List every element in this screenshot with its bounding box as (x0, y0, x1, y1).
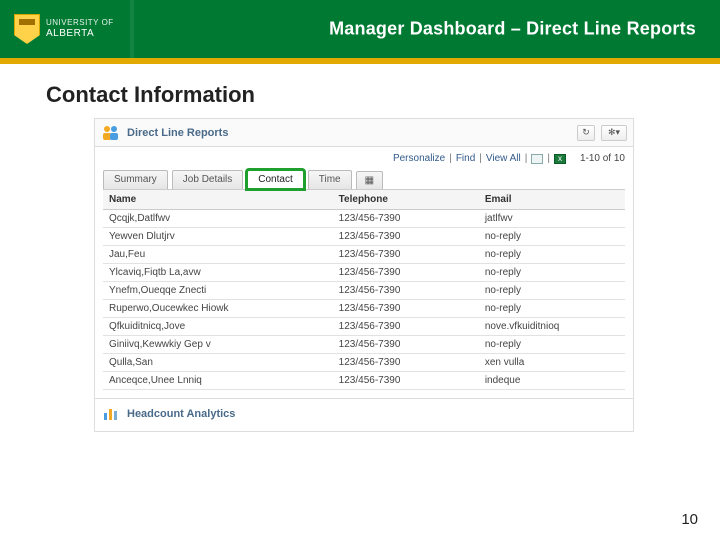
table-row[interactable]: Ynefm,Oueqqe Znecti123/456-7390no-reply (103, 282, 625, 300)
tab-contact[interactable]: Contact (247, 170, 303, 189)
panel-menu-button[interactable]: ✻ ▾ (601, 125, 627, 141)
cell-name: Yewven Dlutjrv (103, 228, 333, 246)
cell-email: nove.vfkuiditnioq (479, 318, 625, 336)
table-row[interactable]: Qulla,San123/456-7390xen vulla (103, 354, 625, 372)
tab-show-all-columns[interactable]: ▦ (356, 171, 383, 189)
table-row[interactable]: Qcqjk,Datlfwv123/456-7390jatlfwv (103, 210, 625, 228)
grid-toolbar: Personalize | Find | View All | | x 1-10… (95, 147, 633, 164)
cell-email: no-reply (479, 264, 625, 282)
chevron-down-icon: ▾ (616, 127, 621, 138)
col-name[interactable]: Name (103, 190, 333, 210)
personalize-link[interactable]: Personalize (393, 153, 445, 164)
table-row[interactable]: Anceqce,Unee Lnniq123/456-7390indeque (103, 372, 625, 390)
table-row[interactable]: Ylcaviq,Fiqtb La,avw123/456-7390no-reply (103, 264, 625, 282)
col-email[interactable]: Email (479, 190, 625, 210)
cell-email: xen vulla (479, 354, 625, 372)
cell-email: no-reply (479, 282, 625, 300)
tab-time[interactable]: Time (308, 170, 352, 189)
tab-job-details[interactable]: Job Details (172, 170, 243, 189)
table-row[interactable]: Qfkuiditnicq,Jove123/456-7390nove.vfkuid… (103, 318, 625, 336)
cell-name: Anceqce,Unee Lnniq (103, 372, 333, 390)
table-row[interactable]: Giniivq,Kewwkiy Gep v123/456-7390no-repl… (103, 336, 625, 354)
tabs: Summary Job Details Contact Time ▦ (95, 166, 633, 189)
university-name: UNIVERSITY OF ALBERTA (46, 19, 114, 39)
cell-email: no-reply (479, 228, 625, 246)
cell-phone: 123/456-7390 (333, 210, 479, 228)
cell-email: no-reply (479, 246, 625, 264)
cell-name: Qulla,San (103, 354, 333, 372)
col-telephone[interactable]: Telephone (333, 190, 479, 210)
cell-phone: 123/456-7390 (333, 246, 479, 264)
zoom-grid-icon[interactable] (531, 154, 543, 164)
cell-email: no-reply (479, 336, 625, 354)
cell-phone: 123/456-7390 (333, 372, 479, 390)
bar-chart-icon (103, 407, 121, 421)
export-excel-icon[interactable]: x (554, 154, 566, 164)
cell-name: Jau,Feu (103, 246, 333, 264)
slide-header: UNIVERSITY OF ALBERTA Manager Dashboard … (0, 0, 720, 58)
cell-name: Ruperwo,Oucewkec Hiowk (103, 300, 333, 318)
find-link[interactable]: Find (456, 153, 475, 164)
cell-name: Ylcaviq,Fiqtb La,avw (103, 264, 333, 282)
cell-email: indeque (479, 372, 625, 390)
headcount-title: Headcount Analytics (127, 408, 235, 420)
cell-phone: 123/456-7390 (333, 300, 479, 318)
cell-phone: 123/456-7390 (333, 318, 479, 336)
cell-phone: 123/456-7390 (333, 354, 479, 372)
table-row[interactable]: Ruperwo,Oucewkec Hiowk123/456-7390no-rep… (103, 300, 625, 318)
cell-phone: 123/456-7390 (333, 264, 479, 282)
cell-name: Giniivq,Kewwkiy Gep v (103, 336, 333, 354)
refresh-button[interactable]: ↻ (577, 125, 595, 141)
cell-phone: 123/456-7390 (333, 336, 479, 354)
people-icon (101, 124, 121, 142)
row-count: 1-10 of 10 (580, 153, 625, 164)
expand-tabs-icon: ▦ (365, 175, 374, 186)
cell-email: no-reply (479, 300, 625, 318)
slide-title: Manager Dashboard – Direct Line Reports (329, 19, 696, 40)
cell-name: Qfkuiditnicq,Jove (103, 318, 333, 336)
university-logo: UNIVERSITY OF ALBERTA (14, 14, 114, 44)
panel-title: Direct Line Reports (127, 127, 228, 139)
headcount-panel-header: Headcount Analytics (95, 398, 633, 431)
gear-icon: ✻ (608, 127, 616, 138)
view-all-link[interactable]: View All (486, 153, 521, 164)
direct-line-reports-panel: Direct Line Reports ↻ ✻ ▾ Personalize | … (94, 118, 634, 432)
header-divider (130, 0, 134, 58)
page-number: 10 (681, 511, 698, 528)
contact-table: Name Telephone Email Qcqjk,Datlfwv123/45… (103, 189, 625, 390)
cell-phone: 123/456-7390 (333, 228, 479, 246)
table-row[interactable]: Jau,Feu123/456-7390no-reply (103, 246, 625, 264)
panel-header: Direct Line Reports ↻ ✻ ▾ (95, 119, 633, 147)
cell-name: Ynefm,Oueqqe Znecti (103, 282, 333, 300)
tab-summary[interactable]: Summary (103, 170, 168, 189)
table-row[interactable]: Yewven Dlutjrv123/456-7390no-reply (103, 228, 625, 246)
cell-email: jatlfwv (479, 210, 625, 228)
cell-name: Qcqjk,Datlfwv (103, 210, 333, 228)
shield-icon (14, 14, 40, 44)
section-title: Contact Information (46, 82, 720, 108)
cell-phone: 123/456-7390 (333, 282, 479, 300)
